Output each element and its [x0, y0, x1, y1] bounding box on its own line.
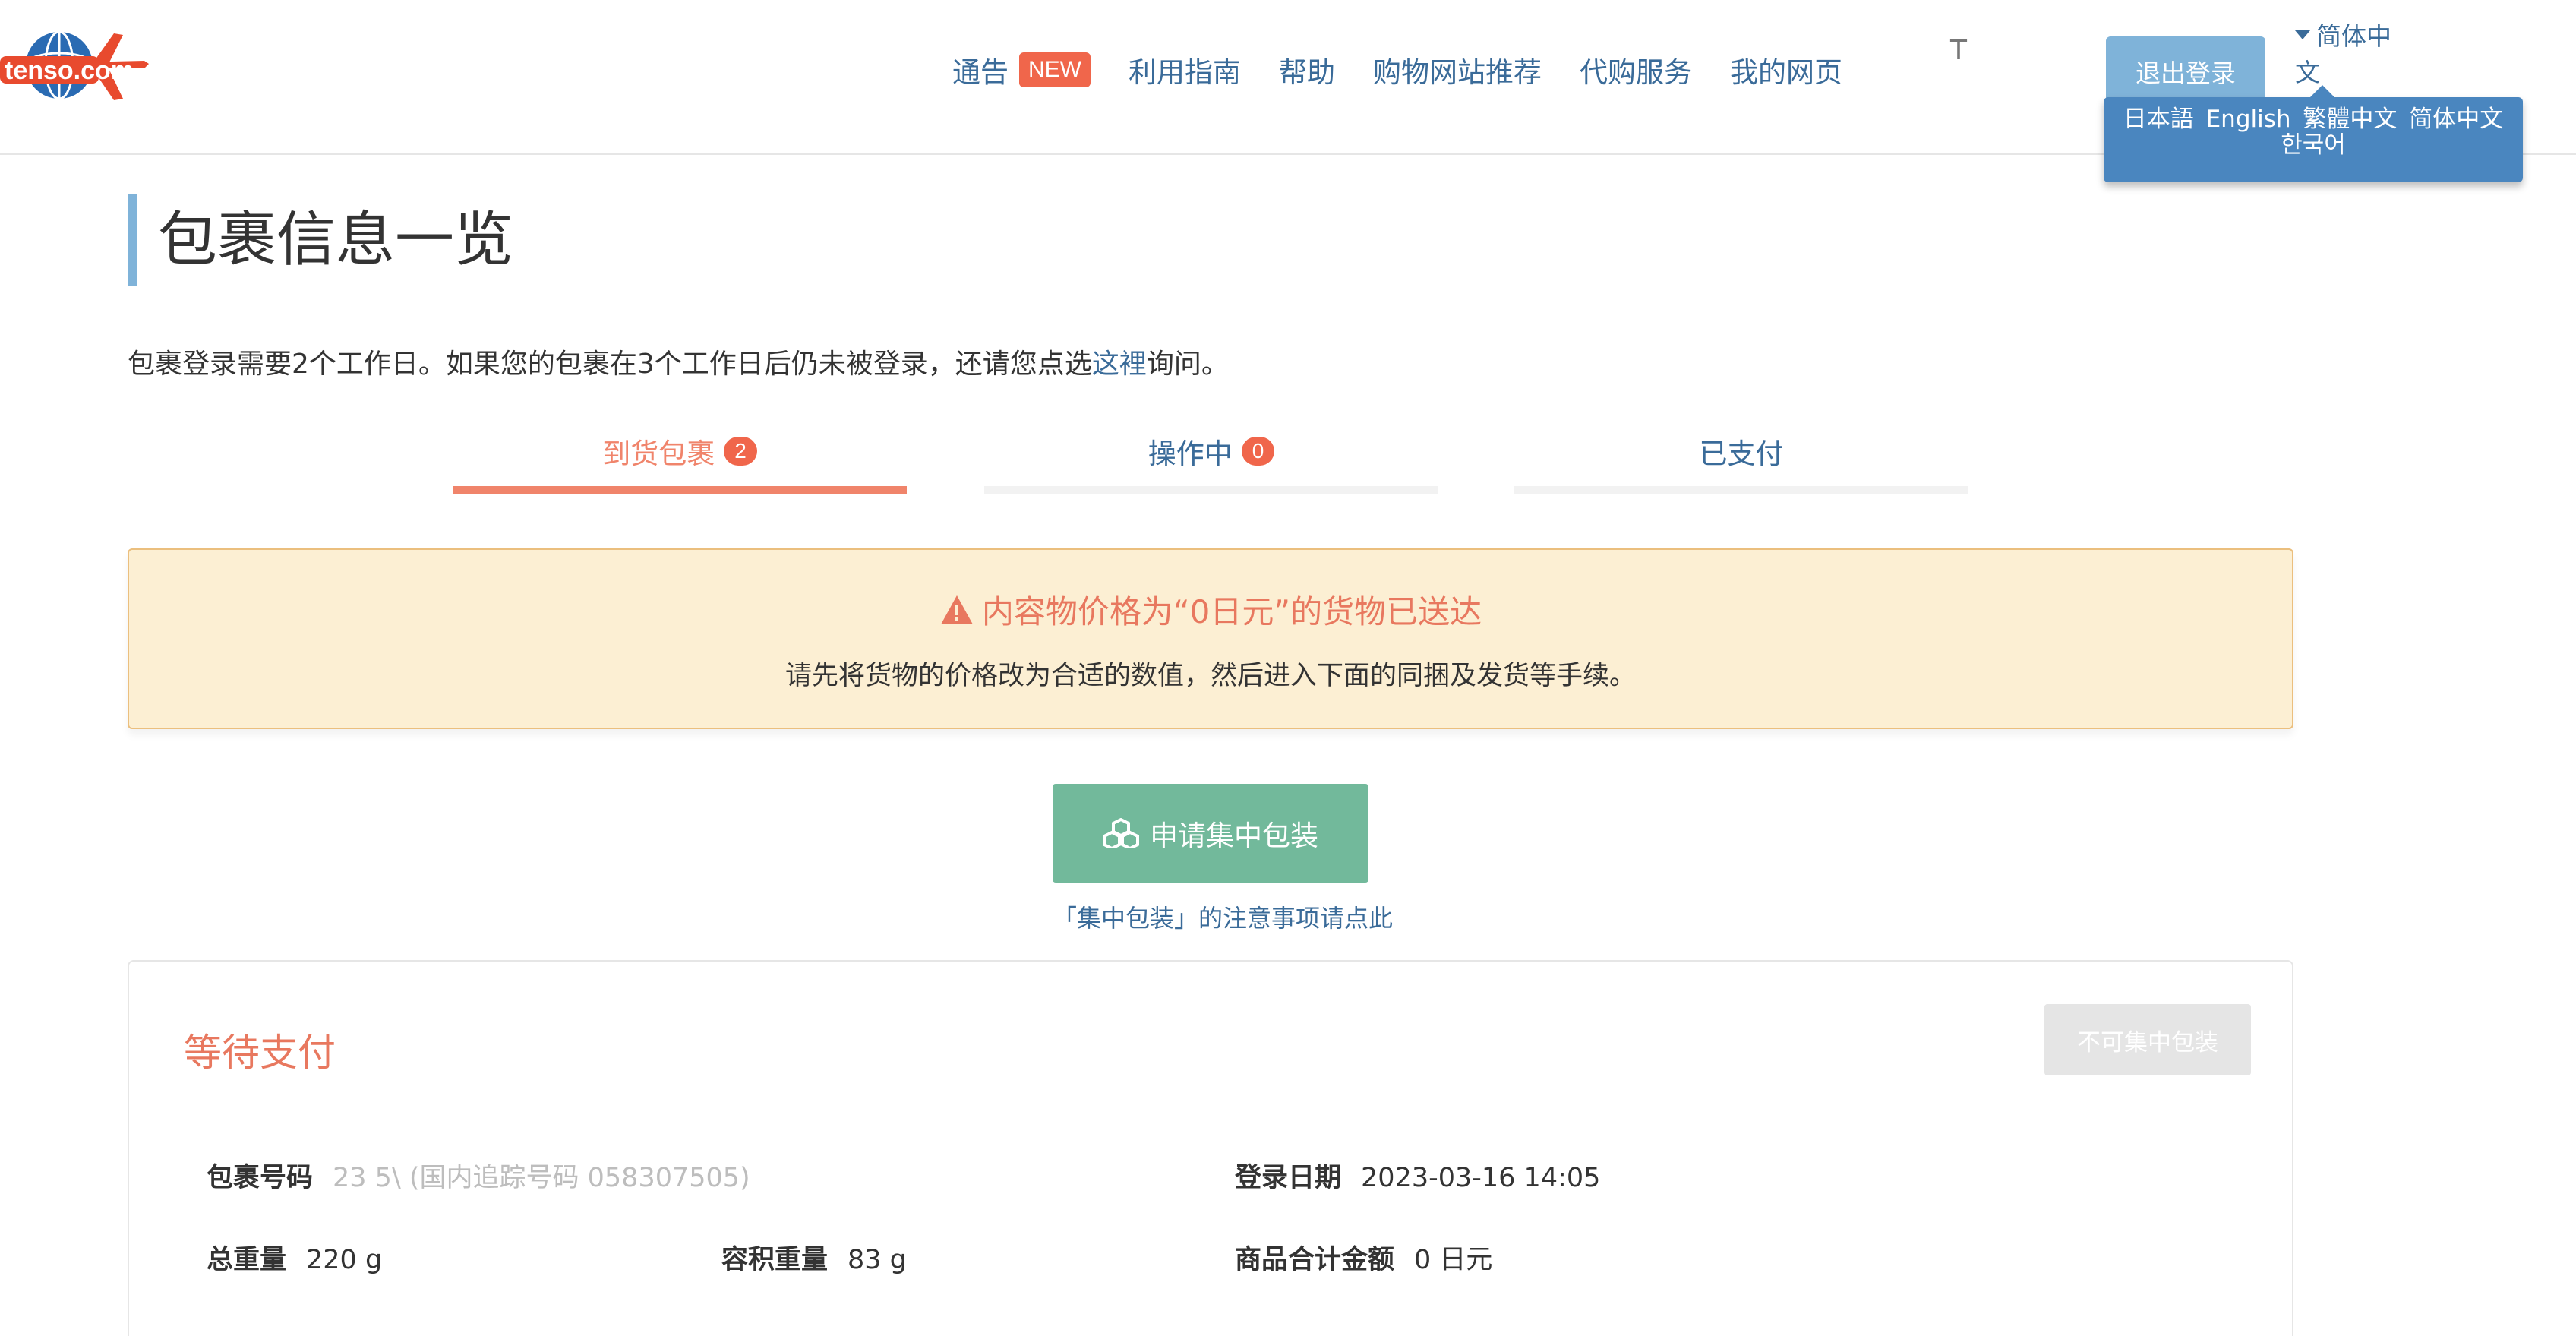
- nav-item-shopping-sites[interactable]: 购物网站推荐: [1373, 49, 1542, 90]
- main-nav: 通告 NEW 利用指南 帮助 购物网站推荐 代购服务 我的网页: [952, 47, 1842, 93]
- nav-item-help[interactable]: 帮助: [1279, 49, 1335, 90]
- tenso-logo[interactable]: tenso.com: [0, 26, 152, 105]
- total-amount-field: 商品合计金额 0 日元: [1235, 1238, 1492, 1277]
- new-badge: NEW: [1019, 52, 1091, 87]
- boxes-icon: [1103, 818, 1139, 848]
- language-select[interactable]: 简体中文: [2295, 18, 2409, 91]
- total-amount-label: 商品合计金额: [1235, 1245, 1395, 1275]
- warning-description: 请先将货物的价格改为合适的数值，然后进入下面的同捆及发货等手续。: [784, 661, 1636, 691]
- page-title: 包裹信息一览: [128, 194, 513, 286]
- volume-weight-label: 容积重量: [721, 1245, 829, 1275]
- nav-item-my-page[interactable]: 我的网页: [1730, 49, 1842, 90]
- register-date-field: 登录日期 2023-03-16 14:05: [1235, 1156, 1600, 1195]
- user-name-fragment: T: [1950, 35, 1967, 66]
- caret-down-icon: [2295, 30, 2310, 39]
- nav-item-guide[interactable]: 利用指南: [1129, 49, 1241, 90]
- tab-arrived-packages[interactable]: 到货包裹 2: [453, 425, 907, 494]
- tab-underline: [984, 486, 1438, 494]
- volume-weight-field: 容积重量 83 g: [721, 1238, 907, 1277]
- nav-item-proxy-service[interactable]: 代购服务: [1580, 49, 1692, 90]
- lang-option-ja[interactable]: 日本語: [2123, 106, 2194, 133]
- package-status: 等待支付: [184, 1031, 336, 1075]
- package-number-field: 包裹号码 23 5\ (国内追踪号码 058307505): [207, 1156, 750, 1195]
- tab-count-badge: 0: [1241, 436, 1275, 466]
- user-name-area: T: [1944, 30, 2081, 114]
- warning-triangle-icon: [940, 595, 973, 624]
- consolidation-notes-link[interactable]: 「集中包装」的注意事项请点此: [1053, 899, 1393, 934]
- tab-label: 到货包裹: [602, 437, 715, 470]
- tab-count-badge: 2: [724, 436, 757, 466]
- lang-option-en[interactable]: English: [2206, 106, 2291, 133]
- zero-price-warning: 内容物价格为“0日元”的货物已送达 请先将货物的价格改为合适的数值，然后进入下面…: [128, 548, 2293, 729]
- nav-label-notice: 通告: [952, 56, 1009, 89]
- notice-inquiry-link[interactable]: 这裡: [1092, 349, 1147, 380]
- logout-button[interactable]: 退出登录: [2106, 36, 2265, 106]
- tab-label: 操作中: [1148, 437, 1233, 470]
- lang-option-zh-tw[interactable]: 繁體中文: [2303, 106, 2397, 133]
- notice-text-before: 包裹登录需要2个工作日。如果您的包裹在3个工作日后仍未被登录，还请您点选: [128, 349, 1092, 380]
- tab-paid[interactable]: 已支付: [1514, 425, 1968, 494]
- volume-weight-value: 83 g: [848, 1245, 907, 1275]
- total-weight-value: 220 g: [306, 1245, 383, 1275]
- package-number-value: 23 5\ (国内追踪号码 058307505): [333, 1163, 750, 1193]
- tab-label: 已支付: [1699, 437, 1784, 470]
- nav-item-notice[interactable]: 通告 NEW: [952, 49, 1091, 90]
- warning-title: 内容物价格为“0日元”的货物已送达: [981, 593, 1482, 630]
- logo-text: tenso.com: [5, 56, 134, 85]
- lang-option-zh-cn[interactable]: 简体中文: [2409, 106, 2503, 133]
- lang-option-ko[interactable]: 한국어: [2281, 131, 2346, 159]
- cannot-consolidate-button: 不可集中包装: [2044, 1004, 2251, 1075]
- package-card: 等待支付 不可集中包装 包裹号码 23 5\ (国内追踪号码 058307505)…: [128, 960, 2293, 1336]
- tab-underline: [1514, 486, 1968, 494]
- total-weight-label: 总重量: [207, 1245, 287, 1275]
- tab-underline: [453, 486, 907, 494]
- total-weight-field: 总重量 220 g: [207, 1238, 382, 1277]
- dropdown-arrow: [2310, 85, 2334, 97]
- request-consolidation-button[interactable]: 申请集中包装: [1053, 784, 1368, 883]
- notice-text-after: 询问。: [1146, 349, 1229, 380]
- language-dropdown-menu: 日本語 English 繁體中文 简体中文 한국어: [2104, 85, 2523, 182]
- total-amount-value: 0 日元: [1414, 1245, 1493, 1275]
- registration-notice: 包裹登录需要2个工作日。如果您的包裹在3个工作日后仍未被登录，还请您点选这裡询问…: [128, 342, 1229, 381]
- register-date-label: 登录日期: [1235, 1163, 1342, 1193]
- consolidation-button-label: 申请集中包装: [1150, 820, 1318, 852]
- register-date-value: 2023-03-16 14:05: [1361, 1163, 1601, 1193]
- package-number-label: 包裹号码: [207, 1163, 314, 1193]
- tab-in-progress[interactable]: 操作中 0: [984, 425, 1438, 494]
